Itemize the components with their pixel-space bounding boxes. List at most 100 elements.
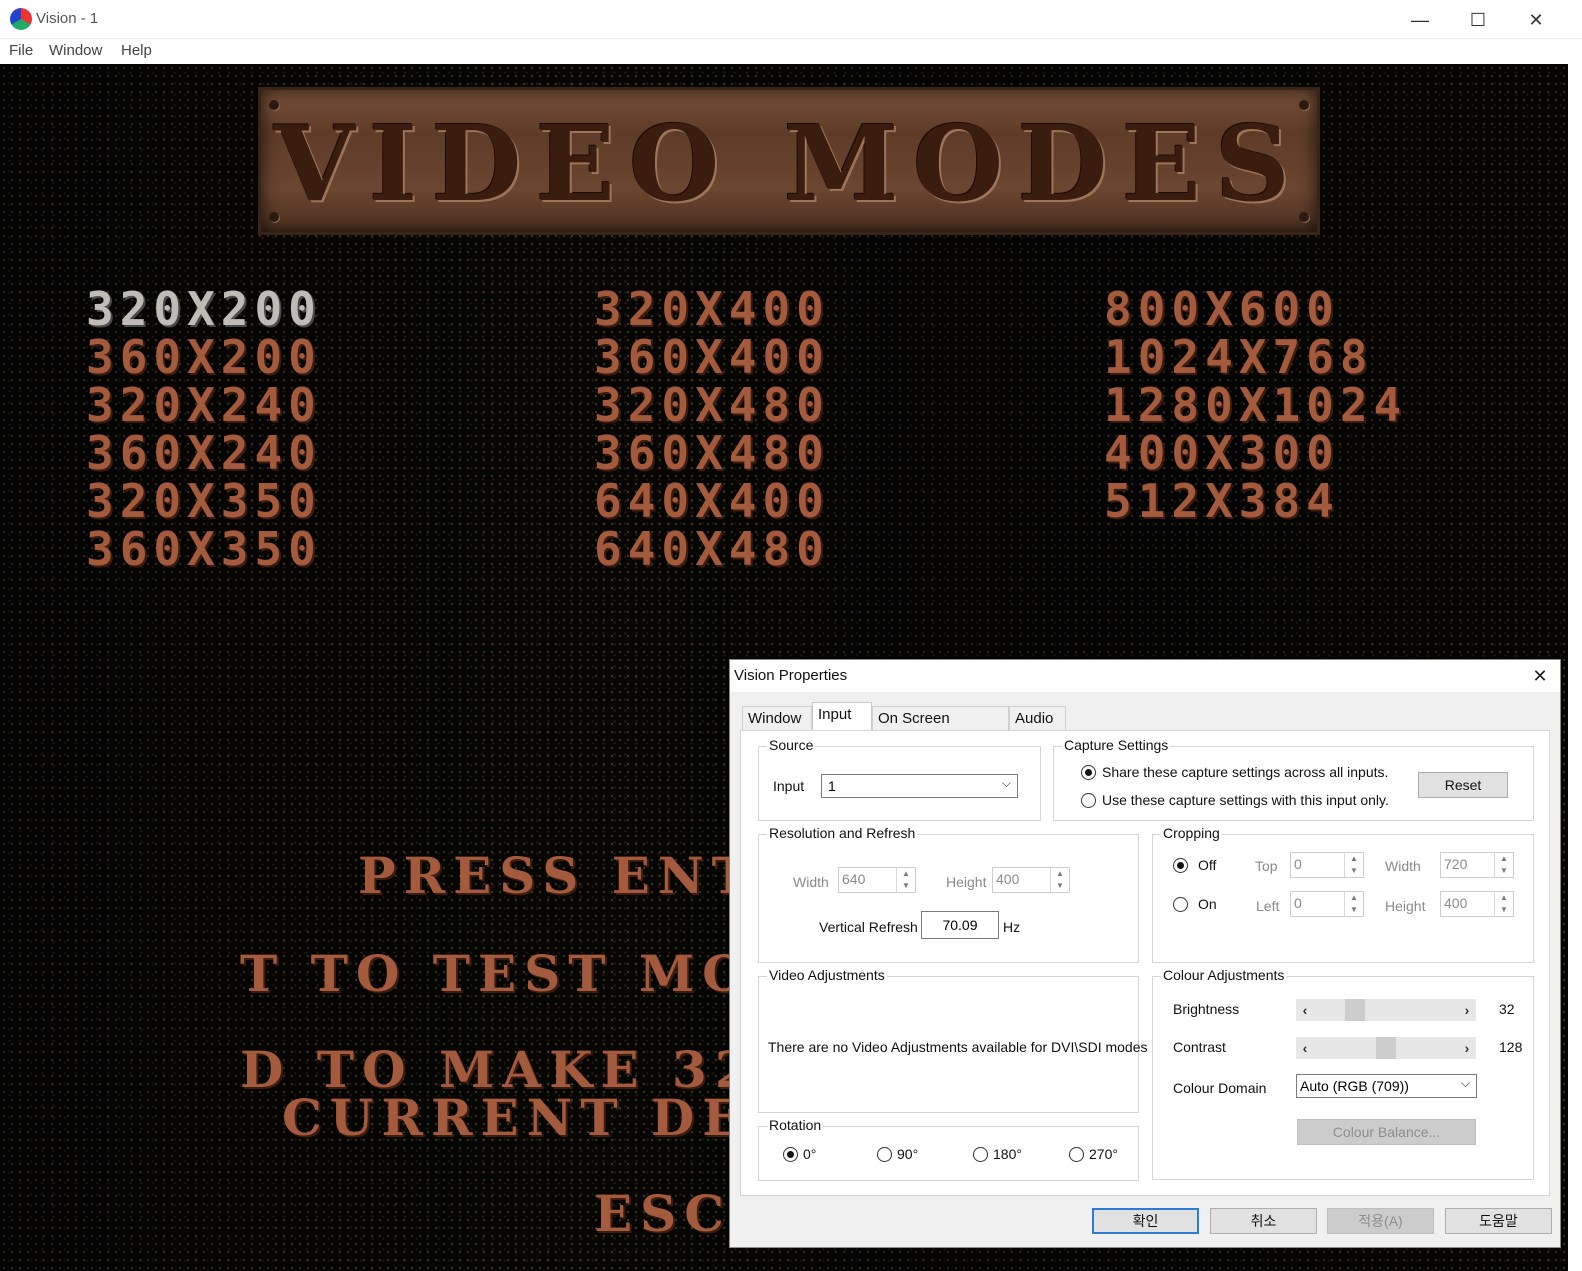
- spin-up-icon[interactable]: ▲: [1495, 892, 1513, 904]
- spin-up-icon[interactable]: ▲: [897, 868, 915, 880]
- spin-down-icon[interactable]: ▼: [1345, 904, 1363, 916]
- spin-down-icon[interactable]: ▼: [1495, 904, 1513, 916]
- mode-option[interactable]: 320X350: [86, 474, 322, 528]
- input-select[interactable]: 1 ⌵: [821, 774, 1018, 798]
- menu-window[interactable]: Window: [49, 42, 102, 59]
- spin-up-icon[interactable]: ▲: [1495, 853, 1513, 865]
- mode-option[interactable]: 320X240: [86, 378, 322, 432]
- crop-height-spinner[interactable]: 400 ▲ ▼: [1440, 891, 1514, 917]
- this-input-settings-radio[interactable]: [1081, 793, 1096, 808]
- crop-off-label[interactable]: Off: [1198, 857, 1216, 873]
- vertical-refresh-input[interactable]: 70.09: [921, 911, 999, 939]
- res-height-spinner[interactable]: 400 ▲ ▼: [992, 867, 1070, 893]
- spin-down-icon[interactable]: ▼: [1495, 865, 1513, 877]
- ok-button[interactable]: 확인: [1092, 1208, 1199, 1234]
- resolution-group-label: Resolution and Refresh: [767, 825, 918, 841]
- share-settings-label[interactable]: Share these capture settings across all …: [1102, 764, 1388, 780]
- app-icon: [10, 8, 32, 30]
- resolution-group: Resolution and Refresh Width 640 ▲ ▼ Heig…: [758, 825, 1139, 963]
- mode-option[interactable]: 800X600: [1104, 282, 1340, 336]
- video-adjustments-message: There are no Video Adjustments available…: [768, 1039, 1148, 1055]
- chevron-right-icon[interactable]: ›: [1458, 1037, 1476, 1059]
- dialog-close-button[interactable]: ✕: [1526, 662, 1554, 690]
- spinner-arrows: ▲ ▼: [1344, 853, 1363, 877]
- spin-up-icon[interactable]: ▲: [1051, 868, 1069, 880]
- chevron-right-icon[interactable]: ›: [1458, 999, 1476, 1021]
- cancel-button[interactable]: 취소: [1210, 1208, 1317, 1234]
- brightness-slider[interactable]: ‹ ›: [1296, 999, 1476, 1021]
- close-window-button[interactable]: ✕: [1510, 4, 1562, 36]
- spin-down-icon[interactable]: ▼: [1051, 880, 1069, 892]
- video-adjustments-group: Video Adjustments There are no Video Adj…: [758, 967, 1148, 1113]
- rotation-0-radio[interactable]: [783, 1147, 798, 1162]
- rotation-180-radio[interactable]: [973, 1147, 988, 1162]
- this-input-settings-label[interactable]: Use these capture settings with this inp…: [1102, 792, 1389, 808]
- crop-width-spinner[interactable]: 720 ▲ ▼: [1440, 852, 1514, 878]
- menu-bar: File Window Help: [0, 39, 1582, 64]
- mode-option[interactable]: 320X480: [594, 378, 830, 432]
- spin-up-icon[interactable]: ▲: [1345, 892, 1363, 904]
- spinner-arrows: ▲ ▼: [896, 868, 915, 892]
- rotation-180-label[interactable]: 180°: [993, 1146, 1022, 1162]
- cropping-group-label: Cropping: [1161, 825, 1222, 841]
- help-button[interactable]: 도움말: [1445, 1208, 1552, 1234]
- mode-option[interactable]: 360X400: [594, 330, 830, 384]
- crop-left-label: Left: [1256, 898, 1280, 914]
- crop-height-label: Height: [1385, 898, 1426, 914]
- mode-option-selected[interactable]: 320X200: [86, 282, 322, 336]
- menu-file[interactable]: File: [9, 42, 33, 59]
- mode-option[interactable]: 1024X768: [1104, 330, 1374, 384]
- contrast-slider[interactable]: ‹ ›: [1296, 1037, 1476, 1059]
- rotation-270-radio[interactable]: [1069, 1147, 1084, 1162]
- chevron-left-icon[interactable]: ‹: [1296, 999, 1314, 1021]
- maximize-button[interactable]: ☐: [1452, 4, 1504, 36]
- dialog-title: Vision Properties: [734, 667, 848, 684]
- apply-button[interactable]: 적용(A): [1327, 1208, 1434, 1234]
- crop-on-radio[interactable]: [1173, 897, 1188, 912]
- video-modes-banner: VIDEO MODES: [258, 87, 1320, 235]
- res-width-spinner[interactable]: 640 ▲ ▼: [838, 867, 916, 893]
- mode-option[interactable]: 360X350: [86, 522, 322, 576]
- chevron-down-icon: ⌵: [1460, 1076, 1470, 1090]
- rotation-90-label[interactable]: 90°: [897, 1146, 918, 1162]
- tab-audio[interactable]: Audio: [1009, 706, 1066, 730]
- colour-domain-select[interactable]: Auto (RGB (709)) ⌵: [1296, 1074, 1477, 1098]
- game-instruction: T TO TEST MOD: [240, 944, 806, 1003]
- mode-option[interactable]: 1280X1024: [1104, 378, 1407, 432]
- rotation-0-label[interactable]: 0°: [803, 1146, 816, 1162]
- spin-up-icon[interactable]: ▲: [1345, 853, 1363, 865]
- mode-option[interactable]: 400X300: [1104, 426, 1340, 480]
- crop-height-value: 400: [1444, 895, 1468, 911]
- tab-input[interactable]: Input: [812, 702, 872, 731]
- source-group: Source Input 1 ⌵: [758, 737, 1041, 821]
- window-title: Vision - 1: [36, 10, 99, 27]
- brightness-slider-thumb[interactable]: [1345, 999, 1365, 1021]
- crop-on-label[interactable]: On: [1198, 896, 1217, 912]
- spinner-arrows: ▲ ▼: [1050, 868, 1069, 892]
- crop-top-spinner[interactable]: 0 ▲ ▼: [1290, 852, 1364, 878]
- mode-option[interactable]: 360X200: [86, 330, 322, 384]
- mode-option[interactable]: 360X480: [594, 426, 830, 480]
- rotation-90-radio[interactable]: [877, 1147, 892, 1162]
- mode-option[interactable]: 640X480: [594, 522, 830, 576]
- spin-down-icon[interactable]: ▼: [1345, 865, 1363, 877]
- share-settings-radio[interactable]: [1081, 765, 1096, 780]
- contrast-slider-thumb[interactable]: [1376, 1037, 1396, 1059]
- mode-option[interactable]: 640X400: [594, 474, 830, 528]
- tab-window[interactable]: Window: [742, 706, 812, 730]
- crop-left-spinner[interactable]: 0 ▲ ▼: [1290, 891, 1364, 917]
- contrast-label: Contrast: [1173, 1039, 1226, 1055]
- mode-option[interactable]: 320X400: [594, 282, 830, 336]
- tab-on-screen-display[interactable]: On Screen Display: [872, 706, 1009, 751]
- mode-option[interactable]: 512X384: [1104, 474, 1340, 528]
- spin-down-icon[interactable]: ▼: [897, 880, 915, 892]
- menu-help[interactable]: Help: [121, 42, 152, 59]
- colour-domain-label: Colour Domain: [1173, 1080, 1267, 1096]
- rotation-270-label[interactable]: 270°: [1089, 1146, 1118, 1162]
- minimize-button[interactable]: —: [1394, 4, 1446, 36]
- crop-off-radio[interactable]: [1173, 858, 1188, 873]
- chevron-left-icon[interactable]: ‹: [1296, 1037, 1314, 1059]
- reset-button[interactable]: Reset: [1418, 772, 1508, 798]
- mode-option[interactable]: 360X240: [86, 426, 322, 480]
- colour-balance-button[interactable]: Colour Balance...: [1297, 1119, 1476, 1145]
